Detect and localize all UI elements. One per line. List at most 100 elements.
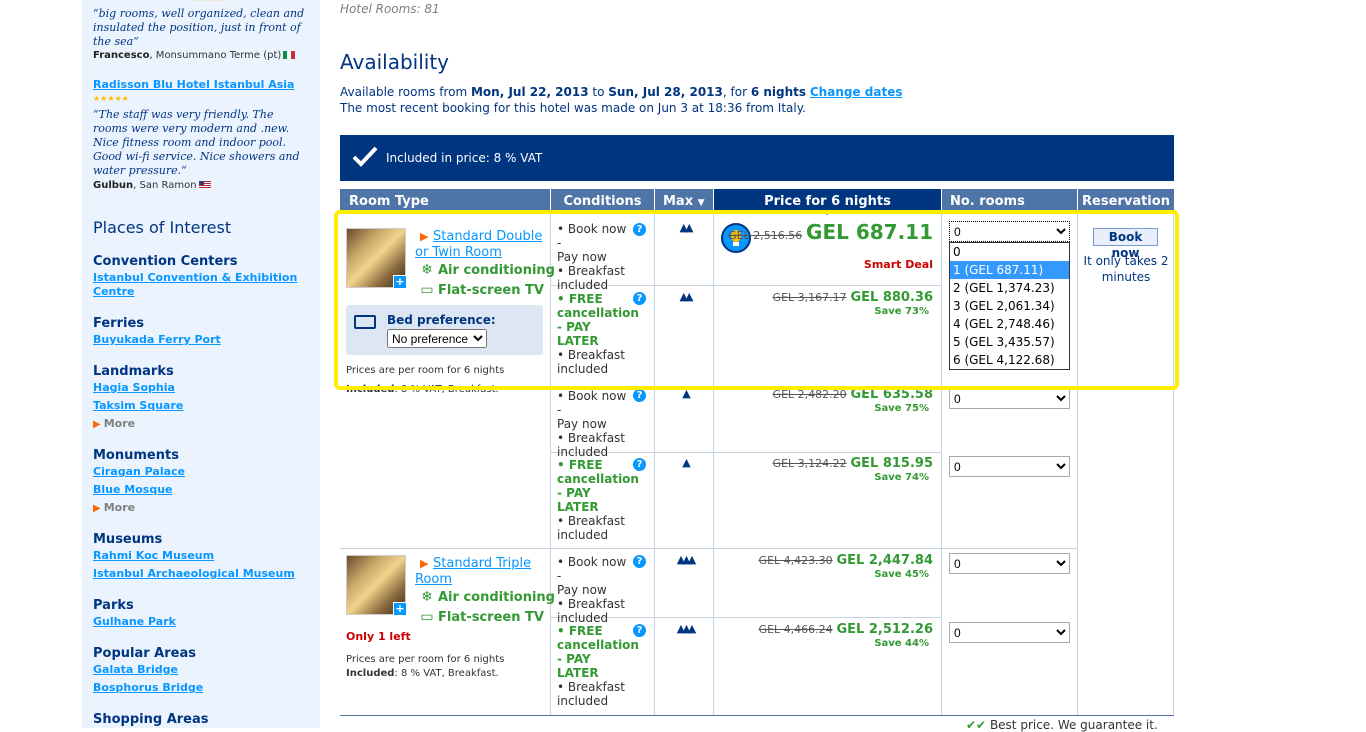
header-price: Price for 6 nights xyxy=(714,189,941,215)
book-now-button[interactable]: Book now xyxy=(1093,228,1158,260)
change-dates-link[interactable]: Change dates xyxy=(810,85,903,99)
sort-down-icon: ▼ xyxy=(697,198,705,208)
help-icon[interactable]: ? xyxy=(633,624,646,637)
tv-icon: ▭ xyxy=(420,609,434,625)
price-row: GEL 3,124.22 GEL 815.95 xyxy=(773,456,933,471)
dropdown-option[interactable]: 2 (GEL 1,374.23) xyxy=(950,279,1069,297)
old-price: GEL 3,167.17 xyxy=(772,291,847,304)
poi-link[interactable]: Galata Bridge xyxy=(93,663,308,677)
rooms-select[interactable]: 0 xyxy=(949,553,1070,574)
header-reservation: Reservation xyxy=(1078,189,1174,213)
new-price: GEL 815.95 xyxy=(850,456,933,471)
price-row: GEL 2,516.56 GEL 687.11 xyxy=(728,220,933,244)
help-icon[interactable]: ? xyxy=(633,292,646,305)
more-link[interactable]: ▶ More xyxy=(93,417,135,430)
prices-note: Prices are per room for 6 nights xyxy=(346,365,505,376)
help-icon[interactable]: ? xyxy=(633,555,646,568)
grid-line xyxy=(340,715,1174,716)
arrow-right-icon: ▶ xyxy=(93,419,101,430)
dropdown-option[interactable]: 3 (GEL 2,061.34) xyxy=(950,297,1069,315)
dropdown-option[interactable]: 6 (GEL 4,122.68) xyxy=(950,351,1069,369)
only-left-badge: Only 1 left xyxy=(346,630,411,643)
dropdown-option[interactable]: 0 xyxy=(950,243,1069,261)
grid-line xyxy=(1173,213,1174,716)
conditions-paynow: • Book now - Pay now • Breakfast included xyxy=(557,222,627,292)
old-price: GEL 4,466.24 xyxy=(758,623,833,636)
new-price: GEL 880.36 xyxy=(850,290,933,305)
help-icon[interactable]: ? xyxy=(633,223,646,236)
review-quote: “big rooms, well organized, clean and in… xyxy=(93,7,305,48)
facility-ac: ❄ Air conditioning xyxy=(419,262,555,278)
old-price: GEL 2,516.56 xyxy=(728,229,803,242)
poi-category: Shopping Areas xyxy=(93,712,209,727)
bed-preference-select[interactable]: No preference xyxy=(387,329,487,348)
availability-dates: Available rooms from Mon, Jul 22, 2013 t… xyxy=(340,85,903,99)
poi-link[interactable]: Gulhane Park xyxy=(93,615,308,629)
poi-category: Monuments xyxy=(93,448,179,463)
prices-note: Prices are per room for 6 nights xyxy=(346,654,505,665)
arrow-right-icon: ▶ xyxy=(93,503,101,514)
hotel-rooms-count: Hotel Rooms: 81 xyxy=(340,2,440,16)
vat-banner: Included in price: 8 % VAT xyxy=(340,135,1174,181)
poi-link[interactable]: Ciragan Palace xyxy=(93,465,308,479)
help-icon[interactable]: ? xyxy=(633,389,646,402)
facility-tv: ▭ Flat-screen TV xyxy=(420,609,544,625)
best-price-text: ✔✔ Best price. We guarantee it. xyxy=(966,718,1158,732)
price-row: GEL 4,423.30 GEL 2,447.84 xyxy=(759,553,933,568)
checkmark-icon xyxy=(352,146,378,167)
poi-link[interactable]: Istanbul Convention & Exhibition Centre xyxy=(93,271,308,299)
max-persons-icon: ▲▲▲ xyxy=(676,622,696,635)
rooms-select[interactable]: 0 xyxy=(949,221,1070,242)
rooms-select[interactable]: 0 xyxy=(949,388,1070,409)
dropdown-option[interactable]: 1 (GEL 687.11) xyxy=(950,261,1069,279)
header-max[interactable]: Max ▼ xyxy=(655,189,713,213)
review-quote: “The staff was very friendly. The rooms … xyxy=(93,108,300,177)
price-row: GEL 3,167.17 GEL 880.36 xyxy=(773,290,933,305)
header-room-type: Room Type xyxy=(340,189,550,213)
facility-tv: ▭ Flat-screen TV xyxy=(420,282,544,298)
price-row: GEL 2,482.20 GEL 635.58 xyxy=(773,387,933,402)
new-price: GEL 687.11 xyxy=(806,220,933,244)
conditions-free: • FREE cancellation - PAY LATER • Breakfast i… xyxy=(557,624,639,708)
old-price: GEL 2,482.20 xyxy=(772,388,847,401)
poi-link[interactable]: Rahmi Koc Museum xyxy=(93,549,308,563)
conditions-free: • FREE cancellation - PAY LATER • Breakfast i… xyxy=(557,458,639,542)
save-percent: Save 74% xyxy=(874,472,929,483)
help-icon[interactable]: ? xyxy=(633,458,646,471)
rooms-select[interactable]: 0 xyxy=(949,622,1070,643)
poi-link[interactable]: Bosphorus Bridge xyxy=(93,681,308,695)
hotel-link[interactable]: Radisson Blu Hotel Istanbul Asia xyxy=(93,78,294,91)
usa-flag-icon xyxy=(198,181,211,189)
new-price: GEL 2,447.84 xyxy=(836,553,933,568)
poi-category: Parks xyxy=(93,598,134,613)
poi-link[interactable]: Blue Mosque xyxy=(93,483,308,497)
poi-link[interactable]: Taksim Square xyxy=(93,399,308,413)
bed-preference-label: Bed preference: xyxy=(387,313,496,327)
grid-line xyxy=(340,548,1077,549)
save-percent: Save 75% xyxy=(874,403,929,414)
grid-line xyxy=(654,213,655,716)
dropdown-option[interactable]: 5 (GEL 3,435.57) xyxy=(950,333,1069,351)
sidebar: ★★★★★ “big rooms, well organized, clean … xyxy=(82,0,320,728)
poi-link[interactable]: Hagia Sophia xyxy=(93,381,308,395)
room-name-link[interactable]: Standard Double or Twin Room xyxy=(415,229,550,261)
stars-rating: ★★★★★ xyxy=(192,0,228,3)
max-persons-icon: ▲▲ xyxy=(679,221,694,234)
header-no-rooms: No. rooms xyxy=(942,189,1077,213)
snowflake-icon: ❄ xyxy=(421,589,433,605)
recent-booking-text: The most recent booking for this hotel w… xyxy=(340,101,806,115)
rooms-select[interactable]: 0 xyxy=(949,456,1070,477)
room-photo[interactable] xyxy=(346,555,407,616)
facility-ac: ❄ Air conditioning xyxy=(419,589,555,605)
room-photo[interactable] xyxy=(346,228,407,289)
more-link[interactable]: ▶ More xyxy=(93,501,135,514)
dropdown-option[interactable]: 4 (GEL 2,748.46) xyxy=(950,315,1069,333)
rooms-dropdown-list: 0 1 (GEL 687.11) 2 (GEL 1,374.23) 3 (GEL… xyxy=(949,242,1070,370)
conditions-paynow: • Book now - Pay now • Breakfast included xyxy=(557,389,627,459)
availability-title: Availability xyxy=(340,50,450,74)
smart-deal-tag: Smart Deal xyxy=(863,258,933,271)
poi-link[interactable]: Istanbul Archaeological Museum xyxy=(93,567,308,581)
poi-link[interactable]: Buyukada Ferry Port xyxy=(93,333,308,347)
room-name-link[interactable]: Standard Triple Room xyxy=(415,556,550,588)
poi-category: Landmarks xyxy=(93,364,174,379)
